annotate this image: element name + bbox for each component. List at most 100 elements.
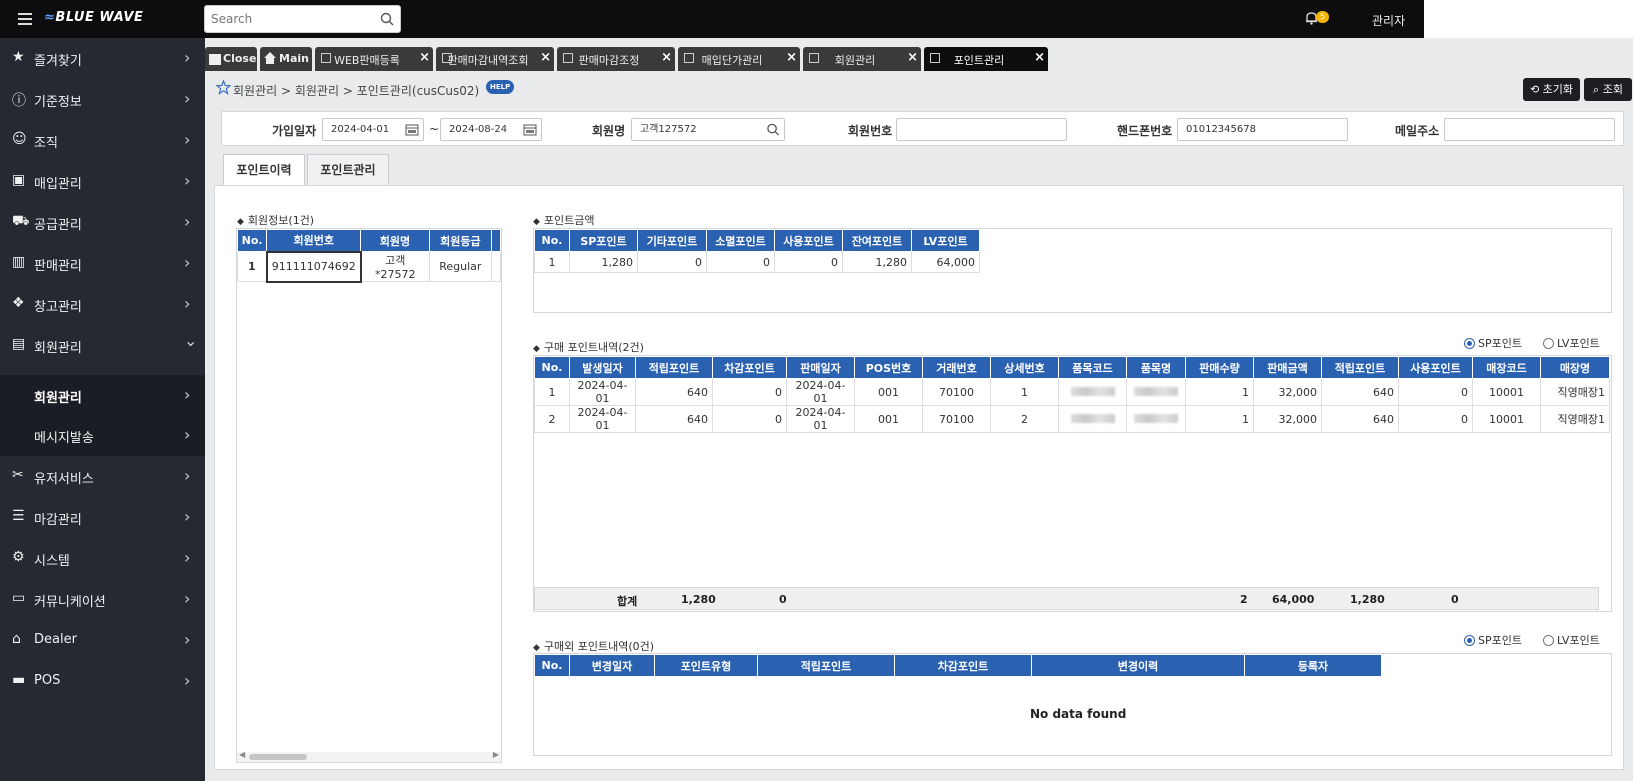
calendar-icon[interactable] — [405, 123, 419, 136]
date-from-field[interactable]: 2024-04-01 — [322, 118, 424, 141]
close-icon[interactable]: × — [1034, 50, 1045, 65]
close-icon[interactable]: × — [540, 50, 551, 65]
menu-icon[interactable] — [18, 13, 32, 25]
cell: 1 — [1185, 378, 1254, 406]
sidebar-item[interactable]: ▥ 판매관리 › — [0, 243, 205, 284]
close-icon[interactable]: × — [661, 50, 672, 65]
search-icon[interactable] — [766, 123, 780, 136]
sidebar-item[interactable]: ▬ POS › — [0, 661, 205, 702]
phone-field[interactable]: 01012345678 — [1177, 118, 1348, 141]
tab-sales-close-inquiry[interactable]: 판매마감내역조회 × — [436, 47, 554, 71]
sidebar-item[interactable]: ⌂ Dealer › — [0, 620, 205, 661]
tab-label: 판매마감조정 — [578, 54, 640, 67]
member-info-title: ◆ 회원정보(1건) — [237, 212, 314, 228]
sidebar-item-label: POS — [34, 673, 61, 688]
sidebar-item[interactable]: ★ 즐겨찾기 › — [0, 38, 205, 79]
radio-label: LV포인트 — [1557, 337, 1600, 350]
cell: 2024-04-01 — [786, 405, 855, 433]
search-icon[interactable] — [380, 12, 394, 26]
chevron-right-icon: › — [184, 130, 191, 149]
tab-point-history[interactable]: 포인트이력 — [223, 154, 305, 185]
sidebar-item[interactable]: ☺ 조직 › — [0, 120, 205, 161]
chevron-right-icon: › — [184, 507, 191, 526]
email-field[interactable] — [1444, 118, 1615, 141]
column-header: No. — [534, 654, 570, 677]
cell — [1126, 378, 1186, 406]
cell: 고객*27572 — [360, 251, 430, 282]
close-icon[interactable]: × — [907, 50, 918, 65]
sidebar-item[interactable]: ⚙ 시스템 › — [0, 538, 205, 579]
header-row: No. SP포인트 기타포인트 소멸포인트 사용포인트 잔여포인트 LV포인트 — [534, 229, 980, 252]
chevron-right-icon: › — [184, 89, 191, 108]
chevron-right-icon: › — [184, 171, 191, 190]
phone-label: 핸드폰번호 — [1117, 124, 1173, 138]
radio-lv-point[interactable]: LV포인트 — [1543, 632, 1600, 648]
member-name-field[interactable]: 고객127572 — [631, 118, 785, 141]
search-button[interactable]: ⌕ 조회 — [1584, 78, 1632, 101]
sidebar-item[interactable]: 메시지발송 › — [0, 415, 205, 456]
scroll-thumb[interactable] — [249, 754, 307, 760]
search-label: 조회 — [1602, 83, 1623, 96]
column-header: 판매수량 — [1185, 356, 1254, 379]
sidebar-item[interactable]: ▤ 회원관리 ⌄ — [0, 325, 205, 366]
sidebar-item-label: 조직 — [34, 136, 58, 151]
column-header: 적립포인트 — [635, 356, 713, 379]
table-row[interactable]: 1 911111074692 고객*27572 Regular — [236, 250, 502, 283]
app-logo[interactable]: ≈BLUE WAVE — [44, 10, 143, 25]
cell: 1,280 — [842, 251, 912, 273]
tab-label: Close — [223, 52, 257, 65]
tab-bar: Close Main WEB판매등록 × 판매마감내역조회 × 판매마감조정 ×… — [205, 38, 1633, 72]
gear-icon: ⚙ — [12, 549, 25, 565]
favorite-star-icon[interactable] — [216, 80, 231, 95]
sidebar-item[interactable]: ❖ 창고관리 › — [0, 284, 205, 325]
table-row[interactable]: 1 1,280 0 0 0 1,280 64,000 — [534, 251, 980, 273]
diamond-icon: ◆ — [237, 217, 244, 227]
sidebar-item-label: 기준정보 — [34, 95, 82, 110]
table-row[interactable]: 2 2024-04-01 640 0 2024-04-01 001 70100 2 1 32,00… — [534, 405, 1610, 433]
sidebar-item[interactable]: ▭ 커뮤니케이션 › — [0, 579, 205, 620]
tab-web-sales[interactable]: WEB판매등록 × — [315, 47, 433, 71]
tab-point-management[interactable]: 포인트관리 × — [924, 47, 1048, 71]
member-no-field[interactable] — [896, 118, 1067, 141]
search-input[interactable] — [205, 6, 365, 32]
cell: 0 — [712, 378, 787, 406]
cell[interactable]: 911111074692 — [265, 250, 362, 283]
box-icon: ▣ — [12, 172, 26, 188]
user-name[interactable]: 관리자 — [1372, 12, 1405, 29]
reset-button[interactable]: ⟲ 초기화 — [1523, 78, 1580, 101]
tab-purchase-price[interactable]: 매입단가관리 × — [678, 47, 800, 71]
table-row[interactable]: 1 2024-04-01 640 0 2024-04-01 001 70100 1 1 32,00… — [534, 378, 1610, 406]
tab-sales-close-adjust[interactable]: 판매마감조정 × — [557, 47, 675, 71]
sidebar-item[interactable]: ☰ 마감관리 › — [0, 497, 205, 538]
scroll-left-icon[interactable]: ◀ — [239, 750, 245, 759]
radio-sp-point[interactable]: SP포인트 — [1464, 335, 1522, 351]
help-button[interactable]: HELP — [486, 80, 515, 94]
tab-member-management[interactable]: 회원관리 × — [803, 47, 921, 71]
sidebar-item[interactable]: ⛟ 공급관리 › — [0, 202, 205, 243]
column-header: 품목명 — [1126, 356, 1186, 379]
scroll-right-icon[interactable]: ▶ — [493, 750, 499, 759]
sidebar-item[interactable]: ⓘ 기준정보 › — [0, 79, 205, 120]
close-icon[interactable]: × — [786, 50, 797, 65]
radio-lv-point[interactable]: LV포인트 — [1543, 335, 1600, 351]
member-name-value: 고객127572 — [640, 124, 697, 135]
column-header: 사용포인트 — [1398, 356, 1473, 379]
cell: 2 — [534, 405, 570, 433]
sidebar-item[interactable]: 회원관리 › — [0, 375, 205, 415]
sidebar-item-label: 회원관리 — [34, 391, 82, 406]
tab-close[interactable]: Close — [205, 47, 257, 71]
breadcrumb: 회원관리 > 회원관리 > 포인트관리(cusCus02) — [233, 84, 480, 98]
search-box — [204, 5, 401, 33]
calendar-icon[interactable] — [523, 123, 537, 136]
radio-sp-point[interactable]: SP포인트 — [1464, 632, 1522, 648]
horizontal-scrollbar[interactable]: ◀ ▶ — [237, 750, 501, 762]
tab-main[interactable]: Main — [260, 47, 312, 71]
sliders-icon: ☰ — [12, 508, 25, 524]
close-icon[interactable]: × — [419, 50, 430, 65]
date-to-field[interactable]: 2024-08-24 — [440, 118, 542, 141]
cell: 직영매장1 — [1540, 405, 1610, 433]
tab-point-manage[interactable]: 포인트관리 — [307, 154, 389, 185]
sidebar-item[interactable]: ✂ 유저서비스 › — [0, 456, 205, 497]
sidebar-item-label: 시스템 — [34, 554, 70, 569]
sidebar-item[interactable]: ▣ 매입관리 › — [0, 161, 205, 202]
